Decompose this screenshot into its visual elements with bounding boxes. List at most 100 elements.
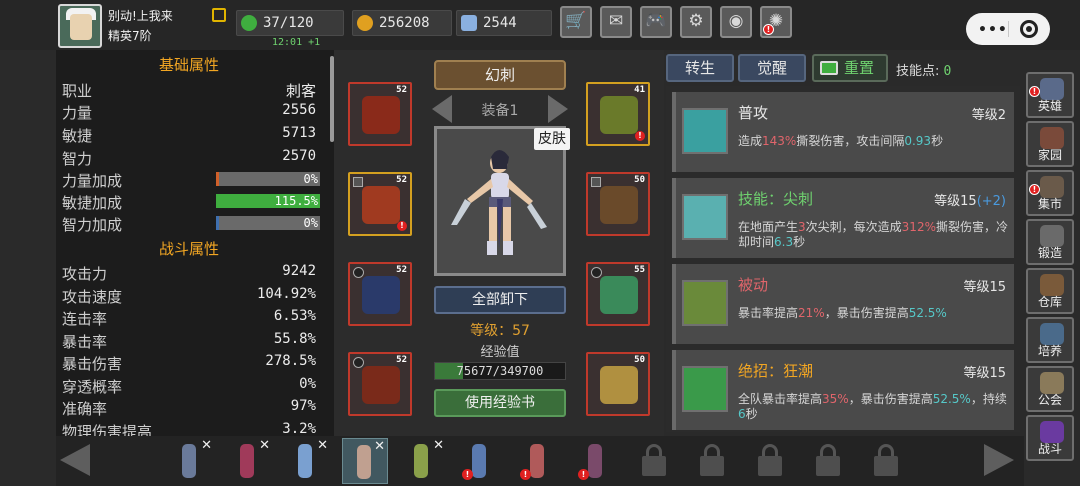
locked-hero-slot[interactable] <box>808 440 848 482</box>
next-equip-set-arrow[interactable] <box>548 95 568 123</box>
helmet-icon <box>362 96 400 134</box>
color-wheel-button[interactable]: ◉ <box>720 6 752 38</box>
stat-value: 2570 <box>282 148 316 164</box>
skill-name: 技能：尖刺 <box>738 190 814 208</box>
helmet-slot[interactable]: 52 <box>348 82 412 146</box>
nav-home[interactable]: 家园 <box>1026 121 1074 167</box>
desc-segment: 0.93 <box>904 134 932 148</box>
skill-level: 等级15(+2) <box>934 190 1006 209</box>
mail-button[interactable]: ✉ <box>600 6 632 38</box>
skin-button[interactable]: 皮肤 <box>534 128 570 150</box>
skill-card[interactable]: 技能：尖刺 等级15(+2) 在地面产生3次尖刺，每次造成312%撕裂伤害，冷却时间… <box>672 178 1014 258</box>
hero-dark-knight[interactable]: ! <box>574 438 620 484</box>
locked-hero-slot[interactable] <box>750 440 790 482</box>
firework-button[interactable]: ✺! <box>760 6 792 38</box>
hero-gunner[interactable]: ! <box>458 438 504 484</box>
nav-market[interactable]: 集市! <box>1026 170 1074 216</box>
hero-mage-red[interactable]: ✕ <box>226 438 272 484</box>
more-options-icon[interactable]: ••• <box>978 22 1008 38</box>
gamepad-button[interactable]: 🎮 <box>640 6 672 38</box>
stat-row: 攻击速度 104.92% <box>62 284 316 306</box>
stat-label: 穿透概率 <box>62 377 123 396</box>
miniprogram-capsule[interactable]: ••• <box>966 13 1050 45</box>
stats-panel[interactable]: 基础属性 职业 刺客 力量 2556 敏捷 5713 智力 2570 力量加成 0% 敏捷加成… <box>56 50 334 436</box>
nav-training[interactable]: 培养 <box>1026 317 1074 363</box>
close-program-icon[interactable] <box>1020 20 1038 38</box>
desc-segment: 次尖刺，每次造成 <box>805 220 902 234</box>
skill-card[interactable]: 被动 等级15 暴击率提高21%，暴击伤害提高52.5% <box>672 264 1014 344</box>
lock-toggle-icon[interactable] <box>353 357 364 368</box>
gear-button[interactable]: ⚙ <box>680 6 712 38</box>
hero-knight[interactable]: ✕ <box>168 438 214 484</box>
amulet-slot[interactable]: 41! <box>586 82 650 146</box>
edit-name-icon[interactable] <box>212 8 226 22</box>
gem-icon <box>461 15 477 31</box>
pants-slot[interactable]: 52 <box>348 262 412 326</box>
energy-display[interactable]: 37/120 <box>236 10 344 36</box>
lock-toggle-icon[interactable] <box>591 177 601 187</box>
skill-level-text: 等级15 <box>963 366 1006 381</box>
bracers-slot[interactable]: 50 <box>586 172 650 236</box>
player-avatar[interactable] <box>58 4 102 48</box>
alert-badge: ! <box>763 24 774 35</box>
lock-toggle-icon[interactable] <box>353 267 364 278</box>
skill-card[interactable]: 普攻 等级2 造成143%撕裂伤害，攻击间隔0.93秒 <box>672 92 1014 172</box>
stat-row: 暴击伤害 278.5% <box>62 351 316 373</box>
hero-next-arrow[interactable] <box>984 444 1014 476</box>
nav-forge[interactable]: 锻造 <box>1026 219 1074 265</box>
stat-label: 准确率 <box>62 400 108 418</box>
hero-ice-mage[interactable]: ✕ <box>284 438 330 484</box>
amulet-icon <box>600 96 638 134</box>
skill-card[interactable]: 绝招：狂潮 等级15 全队暴击率提高35%，暴击伤害提高52.5%，持续 6秒 <box>672 350 1014 430</box>
hero-assassin[interactable]: ✕ <box>342 438 388 484</box>
skill-icon <box>682 366 728 412</box>
item-level: 50 <box>634 175 645 185</box>
skill-list[interactable]: 普攻 等级2 造成143%撕裂伤害，攻击间隔0.93秒 技能：尖刺 等级15(+2) 在地… <box>666 86 1020 432</box>
use-exp-book-button[interactable]: 使用经验书 <box>434 389 566 417</box>
gem-display[interactable]: 2544 <box>456 10 552 36</box>
desc-segment: 21% <box>798 306 825 320</box>
armor-slot[interactable]: 52! <box>348 172 412 236</box>
locked-hero-slot[interactable] <box>634 440 674 482</box>
bonus-label: 力量加成 <box>62 172 123 190</box>
hero-prev-arrow[interactable] <box>60 444 90 476</box>
bonus-bar: 115.5% <box>216 194 320 208</box>
lock-toggle-icon[interactable] <box>353 177 363 187</box>
shop-cart-button[interactable]: 🛒 <box>560 6 592 38</box>
ring-slot[interactable]: 55 <box>586 262 650 326</box>
reset-tab[interactable]: 重置 <box>812 54 888 82</box>
locked-hero-slot[interactable] <box>692 440 732 482</box>
nav-battle-portal[interactable]: 战斗 <box>1026 415 1074 461</box>
locked-hero-slot[interactable] <box>866 440 906 482</box>
weapon-slot[interactable]: 50 <box>586 352 650 416</box>
unequip-all-button[interactable]: 全部卸下 <box>434 286 566 314</box>
item-level: 41 <box>634 85 645 95</box>
ring-icon <box>600 276 638 314</box>
right-nav: 英雄! 家园 集市! 锻造 仓库 培养 公会 战斗 <box>1026 72 1076 464</box>
stat-label: 连击率 <box>62 310 108 328</box>
warning-icon: ! <box>635 131 645 141</box>
desc-segment: 全队暴击率提高 <box>738 392 823 406</box>
prev-equip-set-arrow[interactable] <box>432 95 452 123</box>
nav-label: 集市 <box>1037 197 1062 211</box>
player-name: 别动!上我来 <box>108 9 173 23</box>
nav-warehouse[interactable]: 仓库 <box>1026 268 1074 314</box>
gold-display[interactable]: 256208 <box>352 10 452 36</box>
hero-rogue-icon <box>530 444 544 478</box>
stat-value: 6.53% <box>273 308 316 324</box>
equip-set-label: 装备1 <box>481 103 519 119</box>
warning-icon: ! <box>520 469 531 480</box>
awaken-tab[interactable]: 觉醒 <box>738 54 806 82</box>
skill-name: 被动 <box>738 276 769 294</box>
desc-segment: ，持续 <box>970 392 1007 406</box>
lock-toggle-icon[interactable] <box>591 267 602 278</box>
nav-guild[interactable]: 公会 <box>1026 366 1074 412</box>
stat-label: 暴击率 <box>62 332 108 351</box>
rebirth-tab[interactable]: 转生 <box>666 54 734 82</box>
skill-description: 造成143%撕裂伤害，攻击间隔0.93秒 <box>738 134 1012 149</box>
nav-hero[interactable]: 英雄! <box>1026 72 1074 118</box>
hero-rogue[interactable]: ! <box>516 438 562 484</box>
skill-level: 等级15 <box>963 276 1006 295</box>
boots-slot[interactable]: 52 <box>348 352 412 416</box>
hero-archer[interactable]: ✕ <box>400 438 446 484</box>
